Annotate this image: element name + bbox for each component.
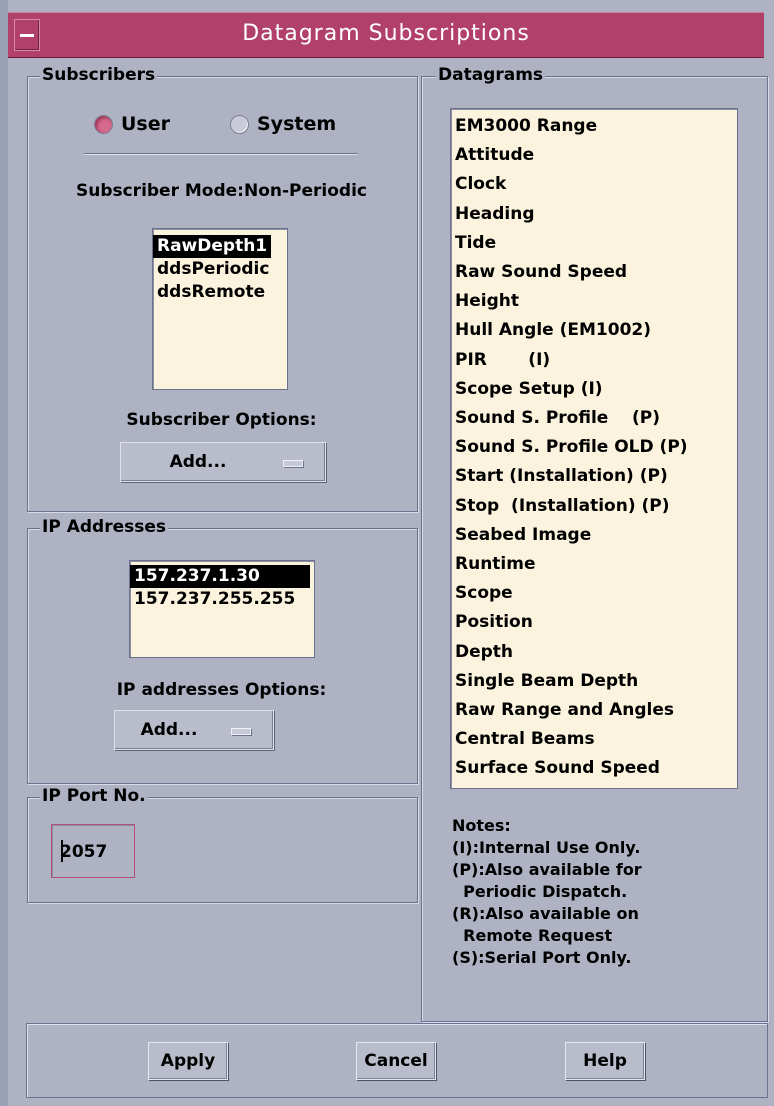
datagram-list-item[interactable]: Position — [451, 608, 737, 637]
ip-port-value: 2057 — [60, 842, 108, 862]
radio-on-icon — [94, 114, 113, 134]
datagram-list-item[interactable]: Depth — [451, 638, 737, 667]
subscriber-list[interactable]: RawDepth1 ddsPeriodic ddsRemote — [152, 228, 288, 390]
option-menu-indicator-icon — [231, 728, 251, 735]
datagram-list-item[interactable]: EM3000 Range — [451, 112, 737, 141]
datagram-list-item[interactable]: Clock — [451, 170, 737, 199]
ip-address-list[interactable]: 157.237.1.30 157.237.255.255 — [129, 560, 315, 658]
ip-options-menu[interactable]: Add... — [114, 710, 274, 750]
system-radio[interactable]: System — [230, 113, 336, 135]
datagram-list-item[interactable]: Seabed Image — [451, 521, 737, 550]
notes-line: (P):Also available for — [452, 860, 642, 879]
subscriber-options-menu[interactable]: Add... — [120, 442, 326, 482]
ip-port-field[interactable]: 2057 — [51, 824, 135, 878]
user-radio-label: User — [121, 113, 170, 135]
cancel-button[interactable]: Cancel — [356, 1042, 436, 1080]
ip-options-value: Add... — [140, 720, 198, 740]
radio-off-icon — [230, 114, 249, 134]
window-left-border — [0, 0, 8, 1106]
datagram-list-item[interactable]: PIR (I) — [451, 346, 737, 375]
list-item[interactable]: RawDepth1 — [153, 235, 272, 258]
notes-line: (I):Internal Use Only. — [452, 838, 641, 857]
system-radio-label: System — [257, 113, 337, 135]
datagram-list-item[interactable]: Hull Angle (EM1002) — [451, 316, 737, 345]
datagram-list-item[interactable]: Surface Sound Speed — [451, 754, 737, 783]
ip-addresses-group-label: IP Addresses — [40, 517, 168, 537]
ip-options-label: IP addresses Options: — [116, 680, 327, 700]
datagram-list-item[interactable]: Runtime — [451, 550, 737, 579]
title-bar[interactable]: Datagram Subscriptions — [8, 12, 764, 58]
subscriber-options-label: Subscriber Options: — [126, 410, 317, 430]
ip-port-group-label: IP Port No. — [40, 786, 148, 806]
datagram-list[interactable]: EM3000 Range Attitude Clock Heading Tide Raw … — [450, 108, 738, 789]
notes: Notes: (I):Internal Use Only. (P):Also a… — [452, 815, 642, 969]
datagram-list-item[interactable]: Raw Sound Speed — [451, 258, 737, 287]
subscriber-options-value: Add... — [169, 452, 227, 472]
datagram-list-item[interactable]: Sound S. Profile (P) — [451, 404, 737, 433]
datagram-list-item[interactable]: Attitude — [451, 141, 737, 170]
help-button[interactable]: Help — [565, 1042, 645, 1080]
user-radio[interactable]: User — [94, 113, 170, 135]
datagram-list-item[interactable]: Scope — [451, 579, 737, 608]
notes-line: Periodic Dispatch. — [452, 882, 628, 901]
datagram-list-item[interactable]: Heading — [451, 200, 737, 229]
datagram-list-item[interactable]: Tide — [451, 229, 737, 258]
datagram-list-item[interactable]: Scope Setup (I) — [451, 375, 737, 404]
datagrams-group-label: Datagrams — [436, 65, 546, 85]
window-title: Datagram Subscriptions — [242, 21, 530, 46]
datagram-list-item[interactable]: Start (Installation) (P) — [451, 462, 737, 491]
datagram-list-item[interactable]: Stop (Installation) (P) — [451, 492, 737, 521]
datagram-list-item[interactable]: Raw Range and Angles — [451, 696, 737, 725]
notes-line: (S):Serial Port Only. — [452, 948, 632, 967]
notes-line: (R):Also available on — [452, 904, 639, 923]
list-item[interactable]: 157.237.1.30 — [130, 565, 310, 588]
option-menu-indicator-icon — [283, 460, 303, 467]
datagram-list-item[interactable]: Central Beams — [451, 725, 737, 754]
subscriber-mode-text: Subscriber Mode:Non-Periodic — [75, 181, 368, 201]
notes-line: Remote Request — [452, 926, 613, 945]
datagram-list-item[interactable]: Single Beam Depth — [451, 667, 737, 696]
subscribers-group-label: Subscribers — [40, 65, 158, 85]
datagram-list-item[interactable]: Height — [451, 287, 737, 316]
list-item[interactable]: 157.237.255.255 — [130, 588, 314, 611]
apply-button[interactable]: Apply — [148, 1042, 228, 1080]
list-item[interactable]: ddsPeriodic — [153, 258, 287, 281]
datagram-list-item[interactable]: Sound S. Profile OLD (P) — [451, 433, 737, 462]
divider — [84, 153, 358, 155]
list-item[interactable]: ddsRemote — [153, 281, 287, 304]
notes-line: Notes: — [452, 816, 511, 835]
